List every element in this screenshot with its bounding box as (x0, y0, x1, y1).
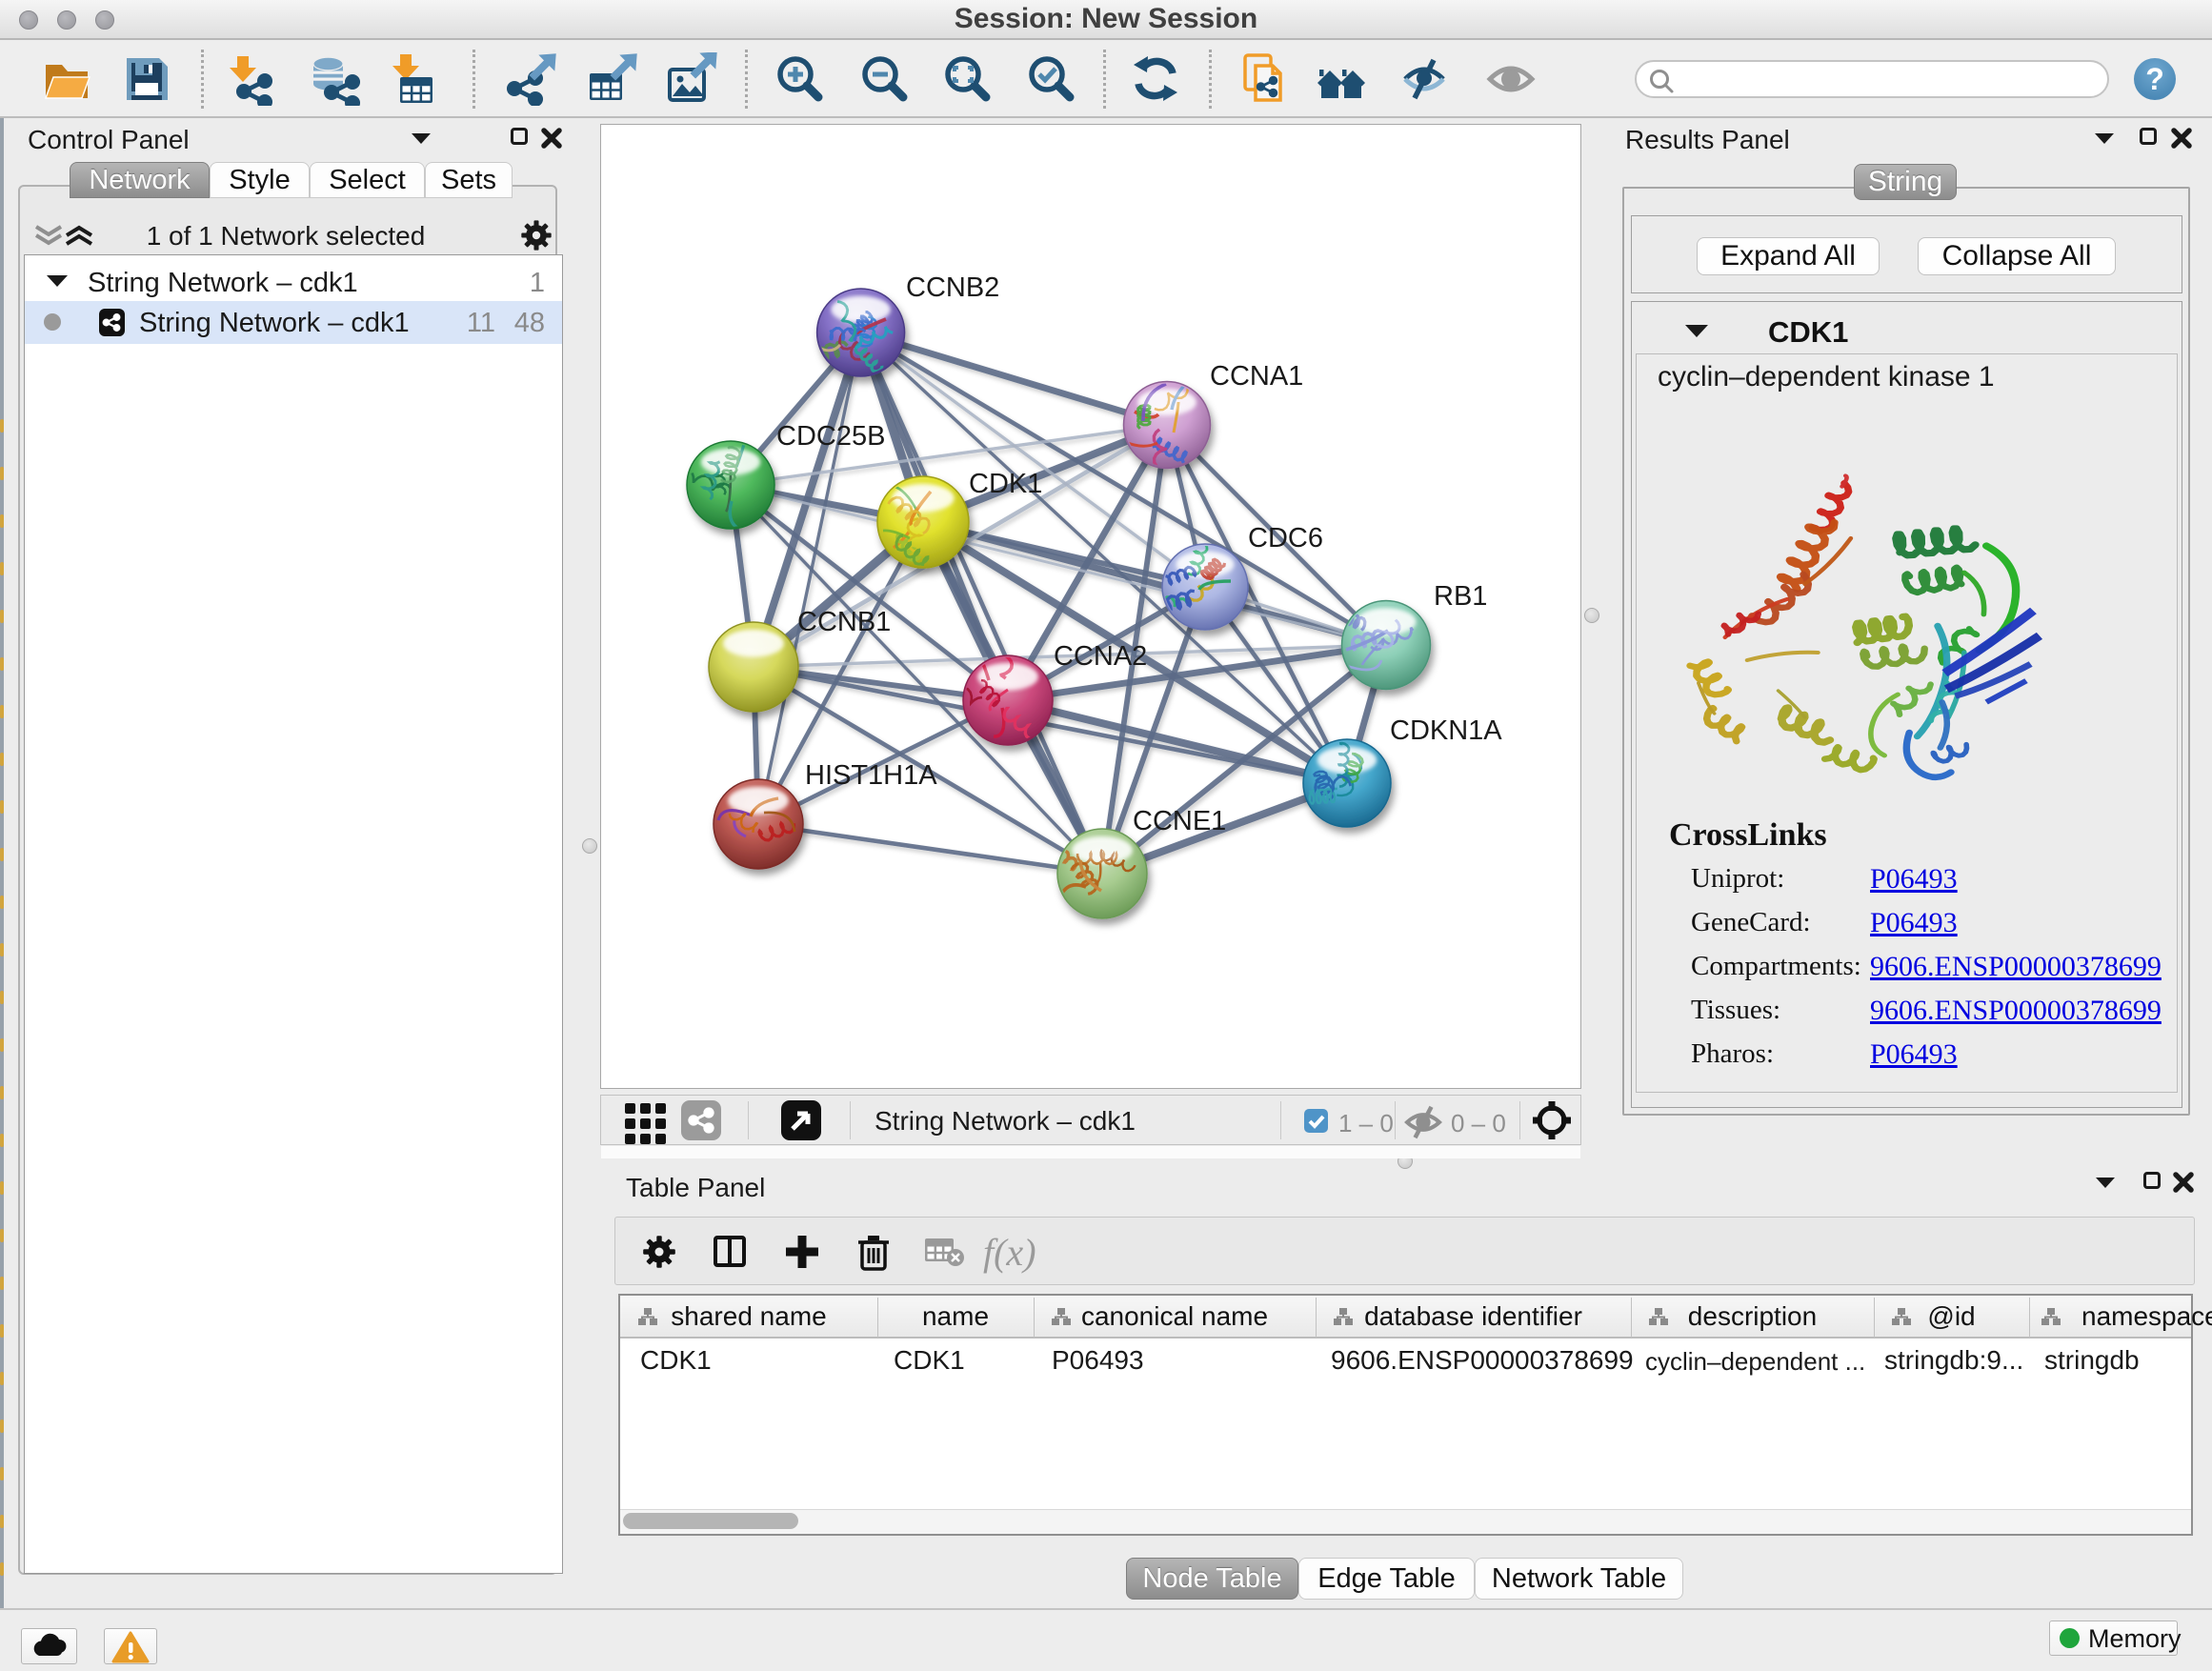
svg-text:HIST1H1A: HIST1H1A (805, 760, 937, 791)
svg-text:CCNB2: CCNB2 (906, 272, 999, 303)
svg-text:CDK1: CDK1 (969, 469, 1042, 499)
svg-text:CCNE1: CCNE1 (1133, 806, 1226, 836)
svg-text:CDKN1A: CDKN1A (1390, 715, 1502, 746)
svg-text:CDC25B: CDC25B (776, 421, 885, 452)
svg-text:CCNA1: CCNA1 (1210, 361, 1303, 392)
svg-text:RB1: RB1 (1434, 581, 1487, 612)
svg-text:CDC6: CDC6 (1248, 523, 1323, 554)
svg-text:CCNA2: CCNA2 (1054, 641, 1147, 672)
svg-text:CCNB1: CCNB1 (797, 607, 891, 637)
